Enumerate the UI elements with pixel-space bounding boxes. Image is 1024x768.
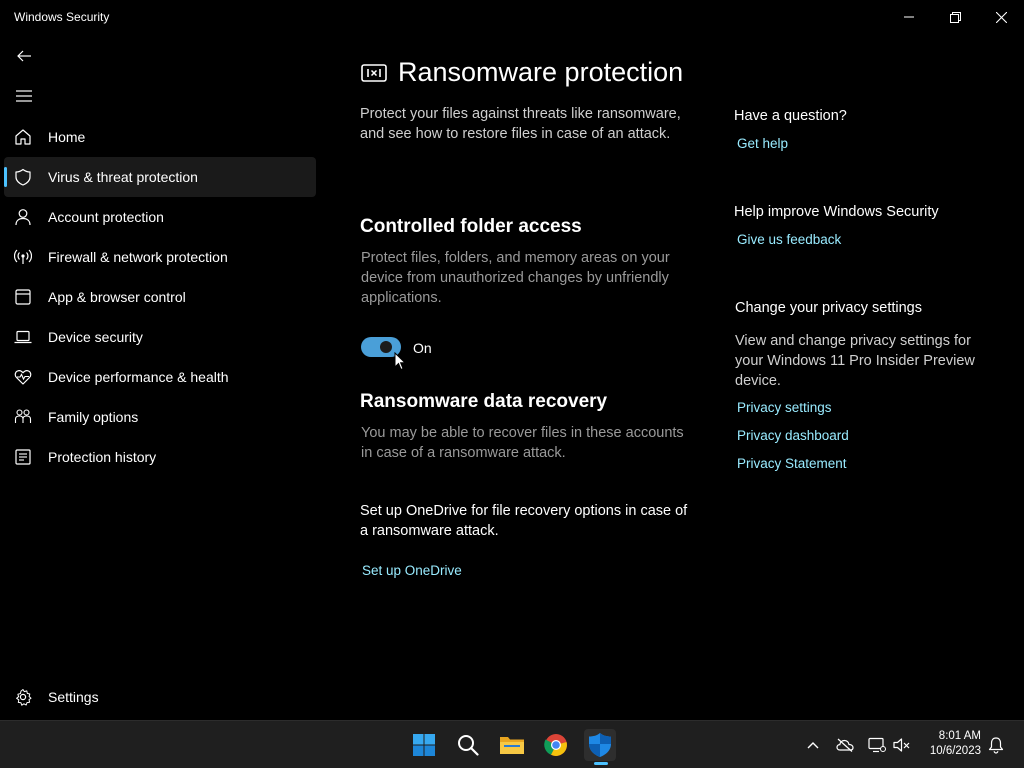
have-a-question-heading: Have a question?	[734, 108, 847, 124]
heart-pulse-icon	[14, 368, 32, 386]
start-button[interactable]	[408, 729, 440, 761]
window-title: Windows Security	[14, 10, 110, 24]
close-icon	[995, 11, 1007, 23]
gear-icon	[14, 688, 32, 706]
onedrive-setup-text: Set up OneDrive for file recovery option…	[360, 503, 688, 539]
menu-button[interactable]	[8, 82, 40, 110]
shield-icon	[14, 168, 32, 186]
search-icon	[458, 735, 479, 756]
cloud-off-icon	[836, 738, 854, 752]
sidebar-item-label: Settings	[48, 689, 99, 705]
laptop-icon	[14, 328, 32, 346]
sidebar-item-label: Family options	[48, 409, 139, 425]
controlled-folder-access-heading: Controlled folder access	[360, 216, 582, 237]
privacy-description: View and change privacy settings for you…	[735, 333, 975, 389]
sidebar-item-label: Device performance & health	[48, 369, 229, 385]
title-bar: Windows Security	[0, 0, 1024, 34]
volume-tray-button[interactable]	[892, 735, 912, 755]
sidebar-item-label: Firewall & network protection	[48, 249, 228, 265]
browser-window-icon	[14, 288, 32, 306]
sidebar-item-firewall-network[interactable]: Firewall & network protection	[4, 237, 316, 277]
defender-shield-icon	[589, 733, 611, 757]
help-improve-heading: Help improve Windows Security	[734, 204, 939, 220]
sidebar-item-device-security[interactable]: Device security	[4, 317, 316, 357]
bell-icon	[988, 737, 1004, 754]
show-hidden-icons-button[interactable]	[803, 735, 823, 755]
active-app-indicator	[594, 762, 608, 765]
toggle-knob	[380, 341, 392, 353]
sidebar-item-label: Virus & threat protection	[48, 169, 198, 185]
sidebar-item-device-performance[interactable]: Device performance & health	[4, 357, 316, 397]
ransomware-data-recovery-description: You may be able to recover files in thes…	[361, 425, 684, 461]
hamburger-icon	[16, 90, 32, 102]
windows-security-button[interactable]	[584, 729, 616, 761]
file-explorer-button[interactable]	[496, 729, 528, 761]
home-icon	[14, 128, 32, 146]
chrome-icon	[544, 734, 567, 756]
controlled-folder-access-description: Protect files, folders, and memory areas…	[361, 250, 670, 306]
sidebar-item-label: Device security	[48, 329, 143, 345]
privacy-dashboard-link[interactable]: Privacy dashboard	[737, 428, 849, 443]
taskbar: 8:01 AM 10/6/2023	[0, 720, 1024, 768]
sidebar-nav: Home Virus & threat protection Account p…	[4, 117, 316, 477]
minimize-button[interactable]	[886, 0, 932, 34]
get-help-link[interactable]: Get help	[737, 136, 788, 151]
sidebar-item-app-browser-control[interactable]: App & browser control	[4, 277, 316, 317]
family-icon	[14, 408, 32, 426]
sidebar-item-virus-threat-protection[interactable]: Virus & threat protection	[4, 157, 316, 197]
network-tray-button[interactable]	[867, 735, 887, 755]
mouse-cursor-icon	[394, 352, 406, 371]
sidebar-item-account-protection[interactable]: Account protection	[4, 197, 316, 237]
chevron-up-icon	[807, 742, 819, 749]
ransomware-icon	[360, 62, 388, 84]
back-arrow-icon	[17, 50, 31, 62]
back-button[interactable]	[8, 42, 40, 70]
page-title: Ransomware protection	[398, 57, 684, 87]
wireless-icon	[14, 248, 32, 266]
toggle-state-label: On	[413, 340, 432, 356]
sidebar-item-home[interactable]: Home	[4, 117, 316, 157]
sidebar-item-label: Account protection	[48, 209, 164, 225]
restore-icon	[949, 11, 961, 23]
clock-date: 10/6/2023	[929, 745, 981, 757]
network-monitor-icon	[868, 737, 886, 753]
privacy-settings-heading: Change your privacy settings	[735, 300, 922, 316]
give-feedback-link[interactable]: Give us feedback	[737, 232, 841, 247]
speaker-muted-icon	[893, 738, 910, 752]
onedrive-tray-button[interactable]	[835, 735, 855, 755]
setup-onedrive-link[interactable]: Set up OneDrive	[362, 563, 462, 578]
chrome-button[interactable]	[540, 729, 572, 761]
privacy-settings-link[interactable]: Privacy settings	[737, 400, 832, 415]
restore-button[interactable]	[932, 0, 978, 34]
history-icon	[14, 448, 32, 466]
windows-logo-icon	[413, 734, 435, 756]
page-description: Protect your files against threats like …	[360, 106, 681, 142]
close-button[interactable]	[978, 0, 1024, 34]
sidebar-item-family-options[interactable]: Family options	[4, 397, 316, 437]
notifications-button[interactable]	[986, 735, 1006, 755]
clock-time: 8:01 AM	[938, 730, 981, 742]
sidebar-item-label: Home	[48, 129, 86, 145]
taskbar-clock[interactable]: 8:01 AM 10/6/2023	[930, 729, 981, 759]
ransomware-data-recovery-heading: Ransomware data recovery	[360, 391, 608, 412]
privacy-statement-link[interactable]: Privacy Statement	[737, 456, 847, 471]
sidebar-item-label: Protection history	[48, 449, 157, 465]
sidebar-item-protection-history[interactable]: Protection history	[4, 437, 316, 477]
person-icon	[14, 208, 32, 226]
minimize-icon	[904, 16, 914, 18]
search-button[interactable]	[452, 729, 484, 761]
sidebar-item-settings[interactable]: Settings	[4, 677, 316, 717]
folder-icon	[500, 737, 524, 754]
sidebar-item-label: App & browser control	[48, 289, 186, 305]
